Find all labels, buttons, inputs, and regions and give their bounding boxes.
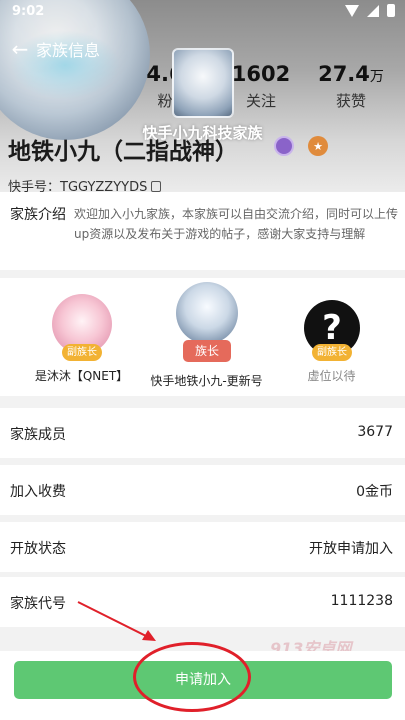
info-value: 0金币 xyxy=(356,484,393,500)
member-name: 虚位以待 xyxy=(307,369,356,383)
info-value: 1111238 xyxy=(330,593,393,609)
info-row-fee: 加入收费 0金币 xyxy=(0,465,405,515)
info-row-family-code: 家族代号 1111238 xyxy=(0,577,405,627)
page-title: 家族信息 xyxy=(36,41,101,60)
info-value: 3677 xyxy=(357,424,393,440)
signal-icon xyxy=(367,4,379,17)
avatar xyxy=(176,282,238,344)
family-name: 快手小九科技家族 xyxy=(142,124,263,142)
top-nav: ← 家族信息 xyxy=(0,34,100,64)
stat-likes[interactable]: 27.4万 获赞 xyxy=(306,62,396,111)
info-row-open-status: 开放状态 开放申请加入 xyxy=(0,522,405,572)
intro-card: 家族介绍 欢迎加入小九家族，本家族可以自由交流介绍，同时可以上传up资源以及发布… xyxy=(0,192,405,270)
intro-label: 家族介绍 xyxy=(10,207,66,223)
stat-following-label: 关注 xyxy=(245,92,276,110)
member-deputy-vacant[interactable]: ? 副族长 虚位以待 xyxy=(264,278,399,396)
family-avatar xyxy=(172,48,234,118)
stat-likes-value: 27.4万 xyxy=(318,62,384,86)
info-row-members[interactable]: 家族成员 3677 xyxy=(0,408,405,458)
stat-likes-unit: 万 xyxy=(369,69,384,85)
info-label: 家族代号 xyxy=(10,596,66,612)
back-arrow-icon[interactable]: ← xyxy=(6,35,34,63)
member-leader[interactable]: 族长 快手地铁小九-更新号 xyxy=(139,278,274,396)
stat-likes-label: 获赞 xyxy=(335,92,366,110)
stat-following[interactable]: 1602 关注 xyxy=(226,62,296,111)
status-bar: 9:02 xyxy=(0,0,405,24)
role-badge: 副族长 xyxy=(62,344,102,361)
role-badge: 族长 xyxy=(183,340,231,362)
info-label: 加入收费 xyxy=(10,484,66,500)
family-info-panel: 家族介绍 欢迎加入小九家族，本家族可以自由交流介绍，同时可以上传up资源以及发布… xyxy=(0,192,405,720)
stat-following-value: 1602 xyxy=(231,62,291,86)
annotation-circle xyxy=(133,642,251,712)
status-icons xyxy=(345,4,395,17)
members-card: 副族长 是沐沐【QNET】 族长 快手地铁小九-更新号 ? 副族长 虚位以待 xyxy=(0,278,405,396)
member-name: 快手地铁小九-更新号 xyxy=(150,374,263,388)
status-time: 9:02 xyxy=(12,4,45,19)
battery-icon xyxy=(387,4,395,17)
role-badge: 副族长 xyxy=(312,344,352,361)
member-name: 是沐沐【QNET】 xyxy=(34,369,129,383)
intro-text: 欢迎加入小九家族，本家族可以自由交流介绍，同时可以上传up资源以及发布关于游戏的… xyxy=(74,207,399,241)
info-label: 开放状态 xyxy=(10,541,66,557)
member-deputy-1[interactable]: 副族长 是沐沐【QNET】 xyxy=(14,278,149,396)
copy-icon[interactable] xyxy=(151,181,162,192)
info-label: 家族成员 xyxy=(10,427,66,443)
wifi-icon xyxy=(345,4,359,17)
info-value: 开放申请加入 xyxy=(309,541,393,557)
